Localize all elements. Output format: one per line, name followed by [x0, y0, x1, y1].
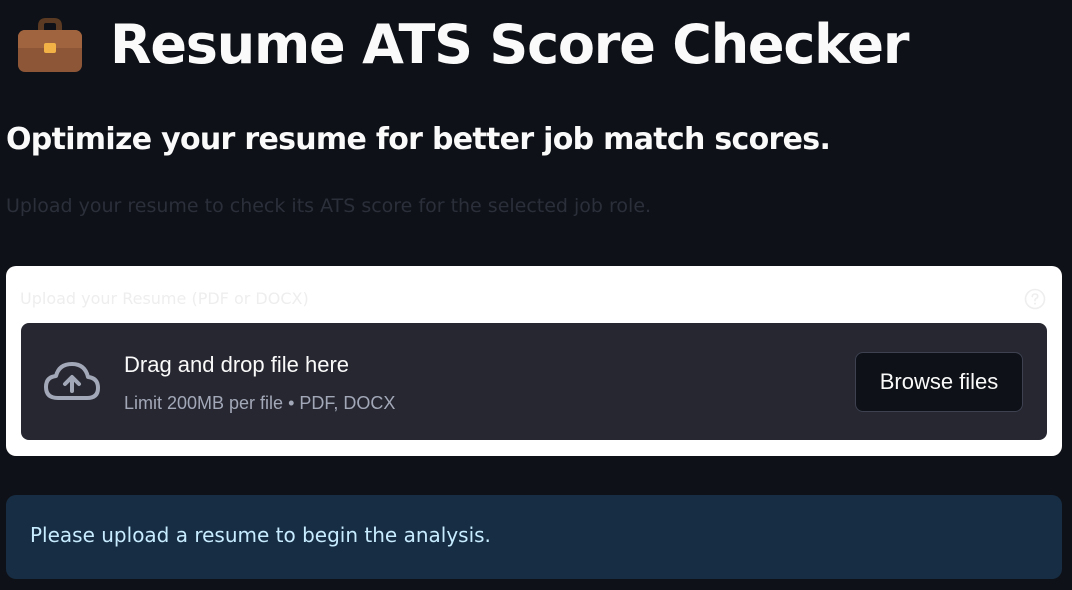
- dropzone[interactable]: Drag and drop file here Limit 200MB per …: [21, 323, 1047, 440]
- uploader-label: Upload your Resume (PDF or DOCX): [20, 289, 309, 308]
- upload-hint: Upload your resume to check its ATS scor…: [6, 195, 652, 217]
- info-alert: Please upload a resume to begin the anal…: [6, 495, 1062, 579]
- file-uploader: Upload your Resume (PDF or DOCX) Drag an…: [6, 266, 1062, 456]
- page-title: Resume ATS Score Checker: [110, 12, 909, 76]
- drop-limit-text: Limit 200MB per file • PDF, DOCX: [124, 393, 396, 413]
- info-message: Please upload a resume to begin the anal…: [30, 523, 491, 547]
- cloud-upload-icon: [44, 362, 100, 400]
- drop-title: Drag and drop file here: [124, 352, 350, 377]
- briefcase-icon: [18, 18, 82, 72]
- browse-files-button[interactable]: Browse files: [855, 352, 1023, 412]
- help-circle-icon[interactable]: [1024, 288, 1046, 310]
- title-row: Resume ATS Score Checker: [16, 8, 909, 80]
- page-subtitle: Optimize your resume for better job matc…: [6, 122, 831, 157]
